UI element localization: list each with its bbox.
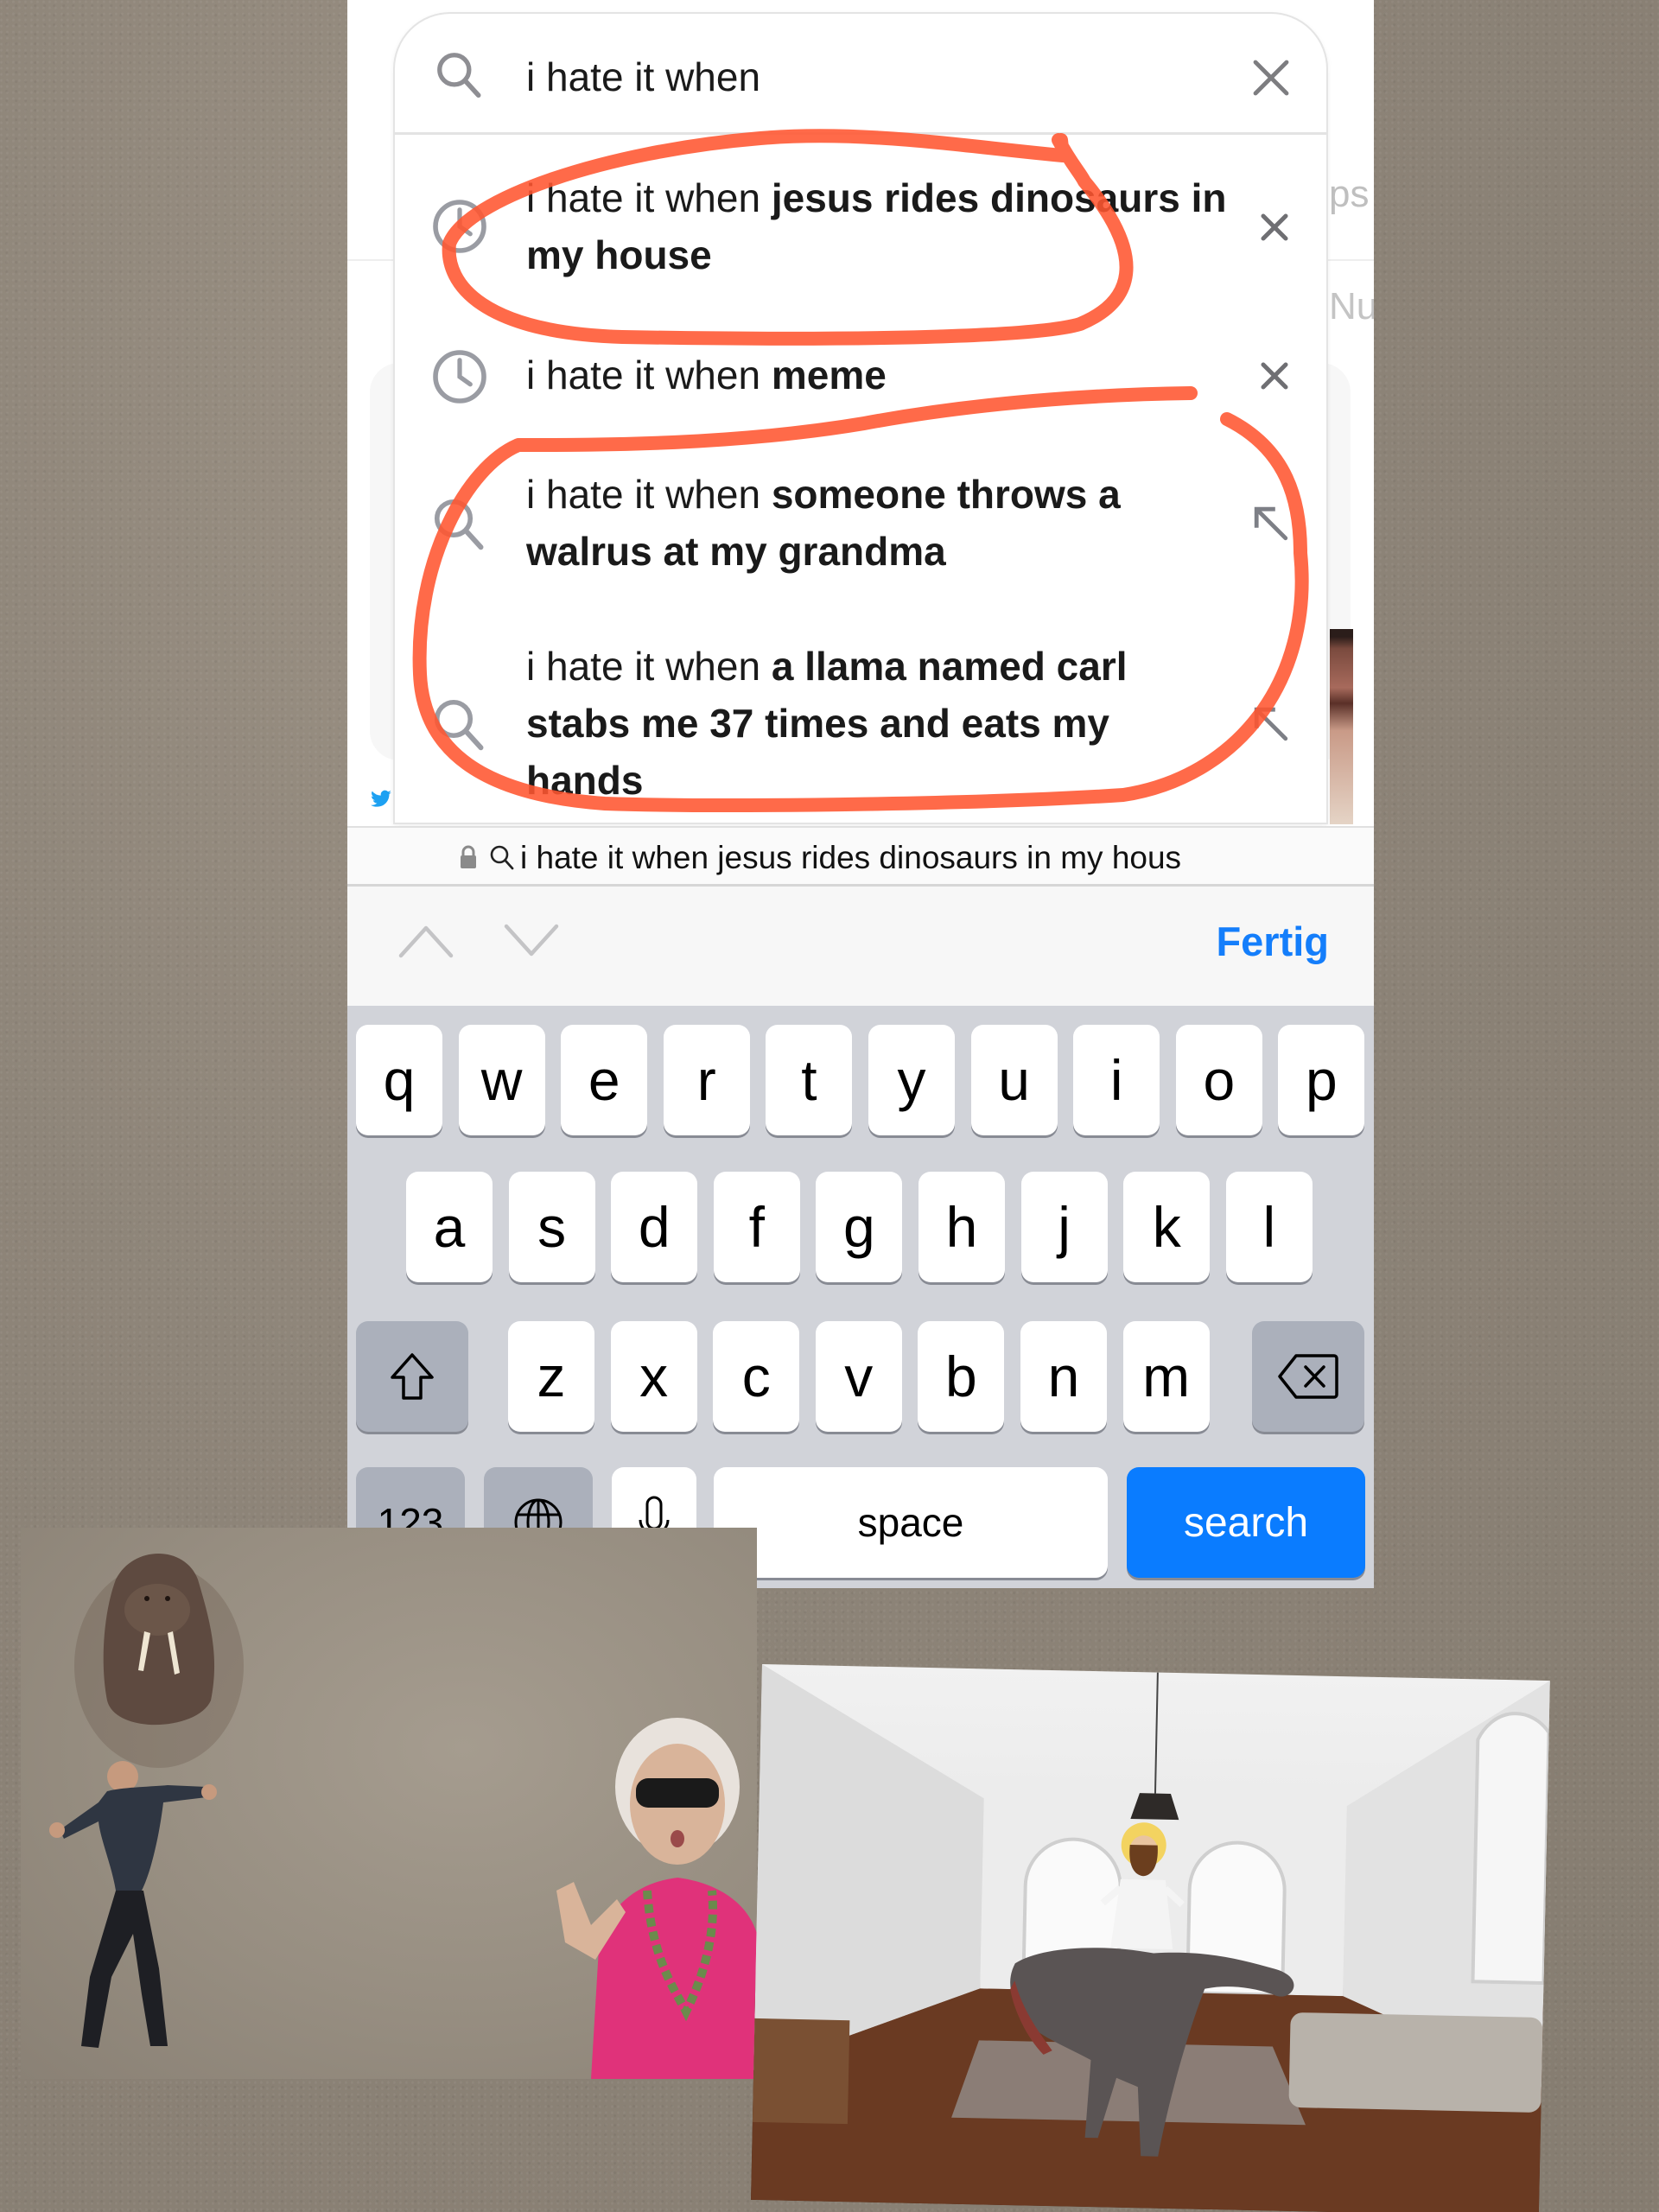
twitter-icon (371, 790, 391, 807)
key-c[interactable]: c (713, 1321, 800, 1432)
key-b[interactable]: b (918, 1321, 1005, 1432)
key-k[interactable]: k (1123, 1172, 1211, 1282)
collage-photo-jesus-dinosaur (751, 1664, 1550, 2212)
shift-arrow-icon (391, 1353, 434, 1400)
key-t[interactable]: t (766, 1025, 853, 1135)
remove-suggestion-icon[interactable] (1257, 210, 1292, 245)
backspace-key[interactable] (1252, 1321, 1364, 1432)
shift-key[interactable] (356, 1321, 468, 1432)
suggestion-item[interactable]: i hate it when a llama named carl stabs … (395, 629, 1326, 810)
suggestion-text: i hate it when jesus rides dinosaurs in … (526, 175, 1227, 277)
background-thumbnail (1330, 629, 1353, 824)
background-partial-text: ps (1329, 173, 1370, 215)
key-u[interactable]: u (970, 1025, 1058, 1135)
man-throwing-image (49, 1761, 217, 2048)
key-n[interactable]: n (1020, 1321, 1107, 1432)
suggestion-text: i hate it when meme (526, 353, 887, 397)
next-field-chevron-down-icon[interactable] (501, 921, 562, 961)
space-key[interactable]: space (714, 1467, 1108, 1578)
phone-screenshot: ps Nu i hate it when je (347, 0, 1374, 1588)
collage-photo-walrus-grandma (21, 1528, 757, 2079)
history-clock-icon (433, 200, 486, 253)
key-h[interactable]: h (918, 1172, 1005, 1282)
suggestion-text: i hate it when a llama named carl stabs … (526, 644, 1128, 803)
key-f[interactable]: f (713, 1172, 800, 1282)
key-r[interactable]: r (663, 1025, 750, 1135)
key-q[interactable]: q (356, 1025, 442, 1135)
search-input[interactable] (526, 47, 1217, 107)
key-j[interactable]: j (1020, 1172, 1108, 1282)
grandma-image (556, 1718, 757, 2079)
key-d[interactable]: d (611, 1172, 698, 1282)
key-x[interactable]: x (610, 1321, 697, 1432)
search-icon (490, 845, 514, 870)
key-o[interactable]: o (1175, 1025, 1262, 1135)
key-p[interactable]: p (1278, 1025, 1365, 1135)
key-m[interactable]: m (1122, 1321, 1210, 1432)
remove-suggestion-icon[interactable] (1257, 359, 1292, 393)
key-i[interactable]: i (1073, 1025, 1160, 1135)
search-icon (434, 699, 484, 751)
previous-field-chevron-up-icon[interactable] (396, 921, 456, 961)
walrus-image (74, 1554, 244, 1768)
keyboard-accessory-bar: Fertig (347, 887, 1374, 1006)
suggestion-text: i hate it when someone throws a walrus a… (526, 472, 1121, 574)
key-e[interactable]: e (561, 1025, 648, 1135)
suggestion-item[interactable]: i hate it when jesus rides dinosaurs in … (395, 165, 1326, 295)
on-screen-keyboard: qwertyuiop asdfghjkl zxcvbnm 123 space s… (347, 1006, 1374, 1588)
search-submit-key[interactable]: search (1127, 1467, 1365, 1578)
done-button[interactable]: Fertig (1216, 918, 1329, 965)
clear-search-icon[interactable] (1250, 57, 1292, 99)
lock-icon (461, 845, 476, 868)
suggestion-item[interactable]: i hate it when meme (395, 338, 1326, 416)
key-s[interactable]: s (508, 1172, 595, 1282)
background-partial-text: Nu (1329, 285, 1374, 327)
address-bar[interactable]: i hate it when jesus rides dinosaurs in … (347, 826, 1374, 887)
search-field-row (395, 14, 1326, 135)
key-w[interactable]: w (458, 1025, 545, 1135)
backspace-delete-icon (1278, 1354, 1338, 1399)
history-clock-icon (433, 350, 486, 404)
search-icon (434, 499, 484, 550)
key-l[interactable]: l (1225, 1172, 1313, 1282)
search-suggestions-panel: i hate it when jesus rides dinosaurs in … (393, 12, 1328, 824)
address-bar-url: i hate it when jesus rides dinosaurs in … (520, 840, 1182, 875)
fill-query-arrow-icon[interactable] (1250, 503, 1292, 544)
key-a[interactable]: a (406, 1172, 493, 1282)
key-y[interactable]: y (868, 1025, 955, 1135)
key-g[interactable]: g (816, 1172, 903, 1282)
fill-query-arrow-icon[interactable] (1250, 703, 1292, 745)
search-icon (437, 53, 481, 99)
suggestion-item[interactable]: i hate it when someone throws a walrus a… (395, 454, 1326, 584)
key-z[interactable]: z (508, 1321, 594, 1432)
key-v[interactable]: v (815, 1321, 902, 1432)
